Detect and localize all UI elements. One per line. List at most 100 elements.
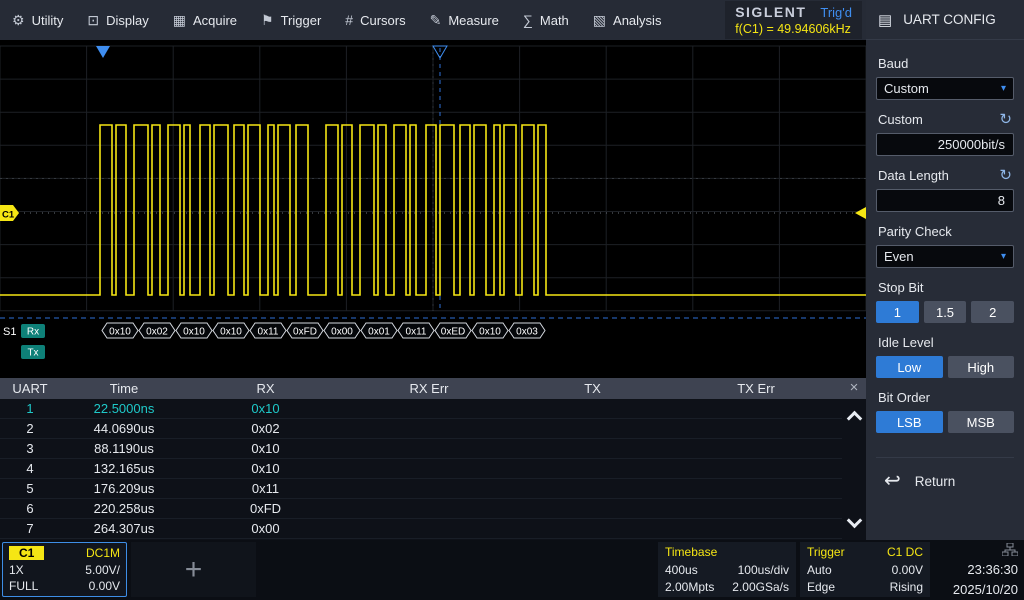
bit-order-lsb[interactable]: LSB <box>876 411 943 433</box>
add-channel-button[interactable]: + <box>131 542 256 597</box>
panel-menu-icon: ▤ <box>878 11 892 29</box>
table-row[interactable]: 122.5000ns0x10 <box>0 399 842 419</box>
refresh-icon[interactable]: ↻ <box>999 112 1012 127</box>
menu-item-label: Analysis <box>613 13 661 28</box>
waveform-svg: C1S1RxTx0x100x020x100x100x110xFD0x000x01… <box>0 40 866 378</box>
uart-config-panel: ▤ UART CONFIG Baud Custom ▾ Custom ↻ 250… <box>866 0 1024 540</box>
acquire-icon: ▦ <box>173 12 186 29</box>
scroll-up-icon[interactable] <box>846 411 862 427</box>
decode-table-body: 122.5000ns0x10244.0690us0x02388.1190us0x… <box>0 399 842 539</box>
table-row[interactable]: 388.1190us0x10 <box>0 439 842 459</box>
channel1-info-box[interactable]: C1 DC1M 1X 5.00V/ FULL 0.00V <box>2 542 127 597</box>
return-button[interactable]: ↩ Return <box>876 457 1014 504</box>
bit-order-segment: LSB MSB <box>876 411 1014 433</box>
cell-rx: 0x02 <box>188 421 343 436</box>
timebase-per-div: 100us/div <box>738 563 789 577</box>
menu-item-acquire[interactable]: ▦Acquire <box>161 0 249 40</box>
idle-level-label-text: Idle Level <box>878 335 934 350</box>
parity-select[interactable]: Even ▾ <box>876 245 1014 268</box>
menu-item-label: Trigger <box>281 13 322 28</box>
scroll-down-icon[interactable] <box>846 513 862 529</box>
baud-label: Baud <box>878 56 1012 71</box>
decode-byte: 0x01 <box>368 327 390 338</box>
bottom-status-bar: C1 DC1M 1X 5.00V/ FULL 0.00V + Timebase … <box>0 540 1024 600</box>
channel1-probe: 1X <box>9 563 24 577</box>
idle-level-low[interactable]: Low <box>876 356 943 378</box>
math-icon: ∑ <box>523 12 533 28</box>
table-row[interactable]: 244.0690us0x02 <box>0 419 842 439</box>
channel1-badge[interactable]: C1 <box>9 546 44 560</box>
table-row[interactable]: 5176.209us0x11 <box>0 479 842 499</box>
stop-bit-option-1-5[interactable]: 1.5 <box>924 301 967 323</box>
column-header-time: Time <box>60 381 188 396</box>
return-arrow-icon: ↩ <box>884 471 901 491</box>
decode-byte: 0xFD <box>293 327 317 338</box>
table-row[interactable]: 7264.307us0x00 <box>0 519 842 539</box>
menu-item-measure[interactable]: ✎Measure <box>418 0 511 40</box>
table-row[interactable]: 6220.258us0xFD <box>0 499 842 519</box>
cell-rx: 0x10 <box>188 461 343 476</box>
table-scrollbar[interactable]: × <box>842 378 866 540</box>
timebase-sample-rate: 2.00GSa/s <box>732 580 789 594</box>
menu-item-trigger[interactable]: ⚑ Trigger <box>249 0 333 40</box>
trigger-level-marker[interactable] <box>855 207 866 219</box>
menu-item-math[interactable]: ∑ Math <box>511 0 581 40</box>
column-header-rx: RX <box>188 381 343 396</box>
trigger-source-channel: C1 <box>887 545 902 559</box>
stop-bit-option-2[interactable]: 2 <box>971 301 1014 323</box>
menu-item-display[interactable]: ⊡ Display <box>75 0 160 40</box>
idle-level-high[interactable]: High <box>948 356 1015 378</box>
cell-n: 1 <box>0 401 60 416</box>
cell-rx: 0x10 <box>188 401 343 416</box>
refresh-icon[interactable]: ↻ <box>999 168 1012 183</box>
cell-time: 220.258us <box>60 501 188 516</box>
trigger-status-text: Trig'd <box>820 5 852 20</box>
menu-item-analysis[interactable]: ▧Analysis <box>581 0 674 40</box>
cell-time: 44.0690us <box>60 421 188 436</box>
bit-order-msb[interactable]: MSB <box>948 411 1015 433</box>
timebase-info-box[interactable]: Timebase 400us 100us/div 2.00Mpts 2.00GS… <box>658 542 796 597</box>
data-length-input[interactable]: 8 <box>876 189 1014 212</box>
channel1-bandwidth: FULL <box>9 579 38 593</box>
cell-time: 22.5000ns <box>60 401 188 416</box>
column-header-tx: TX <box>515 381 670 396</box>
stop-bit-option-1[interactable]: 1 <box>876 301 919 323</box>
menu-item-utility[interactable]: ⚙Utility <box>0 0 75 40</box>
timebase-value: 400us <box>665 563 698 577</box>
decode-byte: 0x10 <box>220 327 242 338</box>
trigger-info-box[interactable]: Trigger C1 DC Auto 0.00V Edge Rising <box>800 542 930 597</box>
decode-byte: 0x11 <box>258 327 279 338</box>
decode-table-main: UARTTimeRXRX ErrTXTX Err 122.5000ns0x102… <box>0 378 842 540</box>
stop-bit-label-text: Stop Bit <box>878 280 924 295</box>
menu-item-label: Display <box>106 13 149 28</box>
menu-item-label: Math <box>540 13 569 28</box>
parity-label: Parity Check <box>878 224 1012 239</box>
cell-n: 2 <box>0 421 60 436</box>
table-row[interactable]: 4132.165us0x10 <box>0 459 842 479</box>
data-length-label-text: Data Length <box>878 168 949 183</box>
menu-item-cursors[interactable]: #Cursors <box>333 0 417 40</box>
menu-item-label: Cursors <box>360 13 406 28</box>
trigger-level: 0.00V <box>892 563 923 577</box>
display-icon: ⊡ <box>87 12 99 29</box>
trigger-delay-marker[interactable] <box>96 46 110 58</box>
cell-rx: 0x00 <box>188 521 343 536</box>
custom-baud-input[interactable]: 250000bit/s <box>876 133 1014 156</box>
frequency-counter: f(C1) = 49.94606kHz <box>735 22 852 36</box>
close-icon[interactable]: × <box>842 378 866 399</box>
return-label: Return <box>915 474 956 489</box>
menu-item-label: Measure <box>448 13 499 28</box>
cell-n: 4 <box>0 461 60 476</box>
baud-select[interactable]: Custom ▾ <box>876 77 1014 100</box>
cell-rx: 0x10 <box>188 441 343 456</box>
flag-icon: ⚑ <box>261 12 274 29</box>
cell-time: 88.1190us <box>60 441 188 456</box>
cell-time: 132.165us <box>60 461 188 476</box>
decode-byte: 0x10 <box>109 327 131 338</box>
sidebar-header: ▤ UART CONFIG <box>866 0 1024 40</box>
tx-badge-label: Tx <box>27 348 38 359</box>
channel1-scale: 5.00V/ <box>85 563 120 577</box>
menu-bar: ⚙Utility ⊡ Display ▦Acquire ⚑ Trigger #Cursors… <box>0 0 673 40</box>
cell-n: 6 <box>0 501 60 516</box>
trigger-type: Edge <box>807 580 835 594</box>
